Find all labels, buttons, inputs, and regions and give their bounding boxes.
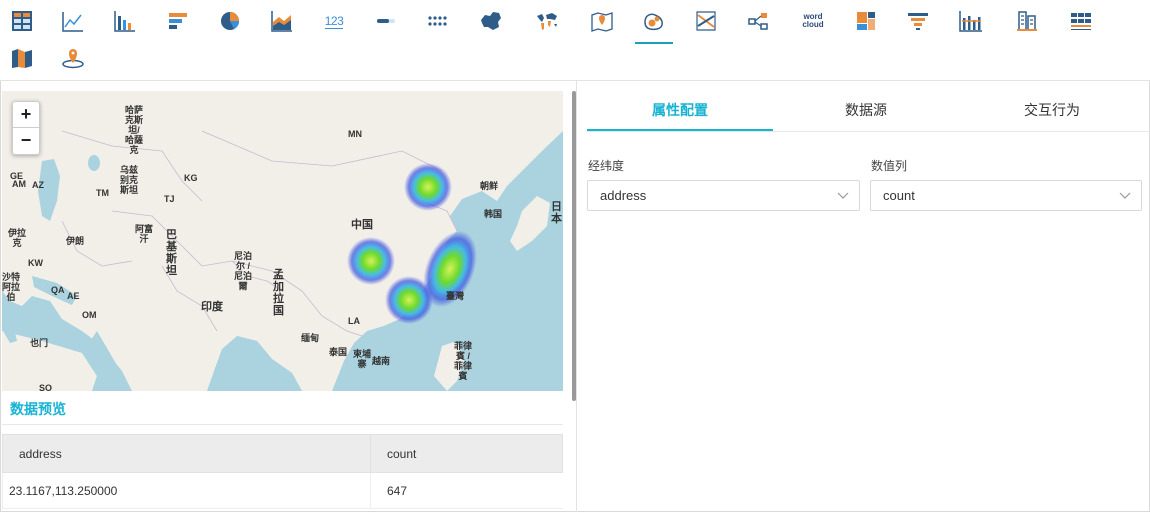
map-label-iran: 伊朗	[66, 236, 85, 246]
flow-map-icon[interactable]	[691, 6, 721, 36]
preview-panel: + − 哈萨 克斯 坦/ 哈薩 克 MN 乌兹 别克 斯坦 KG TJ TM G…	[0, 81, 572, 512]
heatmap-map[interactable]: + − 哈萨 克斯 坦/ 哈薩 克 MN 乌兹 别克 斯坦 KG TJ TM G…	[2, 91, 563, 391]
map-label-tw: 臺灣	[446, 291, 465, 301]
progress-bar-icon[interactable]	[371, 6, 401, 36]
china-map-icon[interactable]	[476, 6, 506, 36]
map-zoom-control: + −	[12, 101, 40, 155]
map-label-ph: 菲律 賓 / 菲律 賓	[454, 341, 473, 381]
map-label-th: 泰国	[329, 347, 348, 357]
chart-type-toolbar: 123 word cloud	[0, 0, 1150, 81]
map-label-pk: 巴 基 斯 坦	[166, 229, 177, 277]
building-icon[interactable]	[1012, 6, 1042, 36]
value-column-label: 数值列	[871, 159, 908, 173]
map-label-sa: 沙特 阿拉 伯	[2, 272, 21, 302]
map-label-cn: 中国	[351, 219, 373, 231]
map-label-kw: KW	[28, 258, 43, 268]
map-label-uz: 乌兹 别克 斯坦	[120, 165, 139, 195]
map-label-np: 尼泊 尔 / 尼泊 爾	[234, 251, 253, 291]
map-label-kh: 柬埔 寨	[353, 349, 372, 369]
map-label-vn: 越南	[372, 356, 391, 366]
line-chart-icon[interactable]	[58, 6, 88, 36]
value-column-select-value: count	[883, 188, 915, 203]
world-map-icon[interactable]	[532, 6, 562, 36]
chevron-down-icon	[1119, 192, 1131, 199]
zoom-out-button[interactable]: −	[13, 128, 39, 154]
map-base	[2, 91, 563, 391]
config-tabs: 属性配置 数据源 交互行为	[587, 91, 1150, 132]
pin-map-icon[interactable]	[58, 43, 88, 73]
data-preview-table: address count 23.1167,113.250000 647	[2, 434, 563, 509]
bar-chart-icon[interactable]	[110, 6, 140, 36]
tab-data-source[interactable]: 数据源	[773, 91, 959, 131]
column-header-count[interactable]: count	[370, 434, 563, 473]
map-label-om: OM	[82, 310, 97, 320]
relation-icon[interactable]	[743, 6, 773, 36]
table-cell-address: 23.1167,113.250000	[2, 472, 371, 509]
map-label-mm: 缅甸	[301, 333, 320, 343]
map-label-kg: KG	[184, 173, 198, 183]
map-label-az: AZ	[32, 180, 44, 190]
map-label-kp: 朝鲜	[480, 181, 499, 191]
horizontal-bar-icon[interactable]	[163, 6, 193, 36]
number-card-icon[interactable]: 123	[319, 6, 349, 36]
map-label-am: AM	[12, 179, 26, 189]
panel-divider	[576, 81, 577, 512]
tab-interaction[interactable]: 交互行为	[959, 91, 1145, 131]
location-map-icon[interactable]	[587, 6, 617, 36]
map-label-ye: 也门	[30, 338, 49, 348]
map-label-mn: MN	[348, 129, 362, 139]
map-label-af: 阿富 汗	[135, 224, 154, 244]
chevron-down-icon	[837, 192, 849, 199]
map-label-ae: AE	[67, 291, 80, 301]
column-header-address[interactable]: address	[2, 434, 371, 473]
map-label-in: 印度	[201, 301, 223, 313]
zoom-in-button[interactable]: +	[13, 102, 39, 128]
latlng-label: 经纬度	[588, 159, 625, 173]
pivot-table-icon[interactable]	[1066, 6, 1096, 36]
heatmap-icon[interactable]	[635, 6, 673, 44]
map-label-iraq: 伊拉 克	[8, 228, 27, 248]
table-cell-count: 647	[370, 472, 563, 509]
preview-divider	[2, 424, 563, 425]
color-map-icon[interactable]	[7, 43, 37, 73]
latlng-select-value: address	[600, 188, 647, 203]
map-label-kr: 韩国	[484, 209, 503, 219]
map-label-so: SO	[39, 383, 53, 391]
map-label-jp: 日 本	[551, 201, 562, 225]
pie-chart-icon[interactable]	[215, 6, 245, 36]
map-label-la: LA	[348, 316, 360, 326]
map-label-tj: TJ	[164, 194, 175, 204]
dots-list-icon[interactable]	[422, 6, 452, 36]
treemap-icon[interactable]	[851, 6, 881, 36]
tab-property-config[interactable]: 属性配置	[587, 91, 773, 131]
word-cloud-icon[interactable]: word cloud	[798, 6, 828, 36]
map-label-bd: 孟 加 拉 国	[273, 269, 284, 317]
area-chart-icon[interactable]	[267, 6, 297, 36]
map-label-kz: 哈萨 克斯 坦/ 哈薩 克	[125, 105, 144, 155]
table-icon[interactable]	[7, 6, 37, 36]
funnel-icon[interactable]	[903, 6, 933, 36]
table-row: 23.1167,113.250000 647	[2, 472, 563, 509]
latlng-select[interactable]: address	[587, 180, 860, 211]
value-column-select[interactable]: count	[870, 180, 1142, 211]
map-label-qa: QA	[51, 285, 65, 295]
bar-line-icon[interactable]	[956, 6, 986, 36]
data-preview-title: 数据预览	[10, 401, 66, 417]
map-label-tm: TM	[96, 188, 109, 198]
